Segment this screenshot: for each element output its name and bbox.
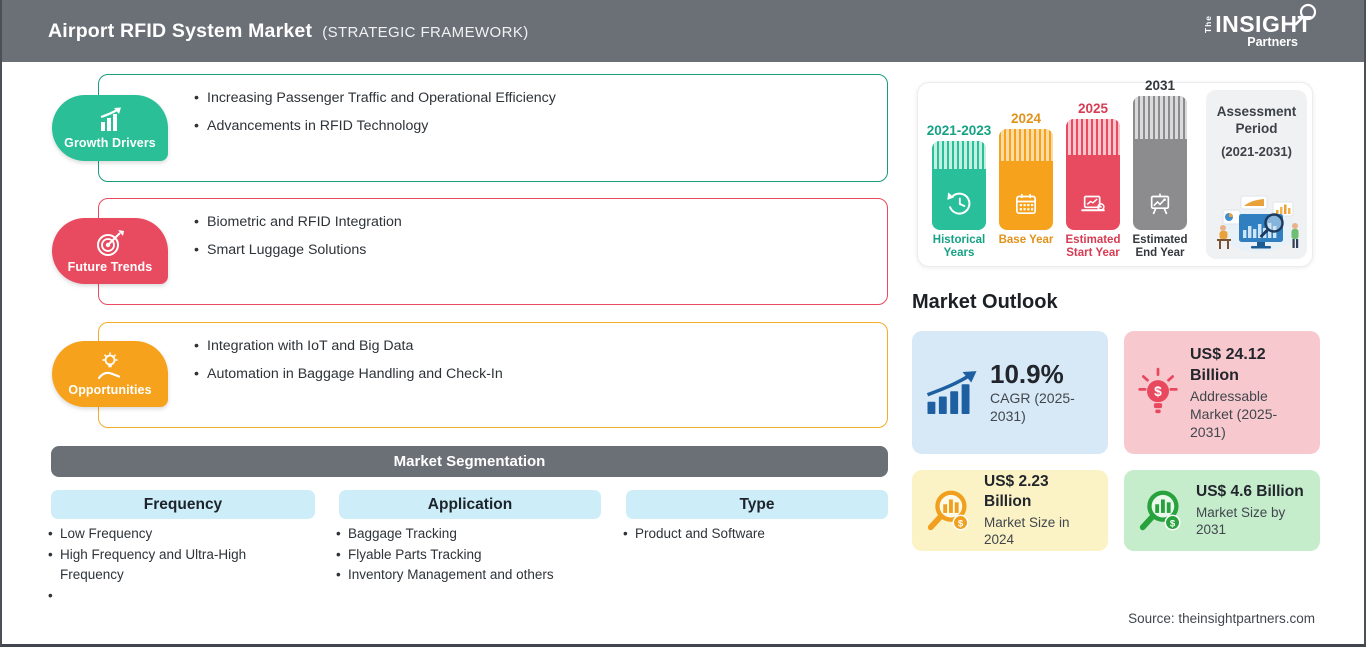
bar [999,129,1053,230]
svg-text:$: $ [958,518,964,529]
bar-caption: Estimated Start Year [1065,234,1121,259]
presentation-board-icon [1150,193,1170,215]
history-clock-icon [947,192,971,215]
page-title: Airport RFID System Market (STRATEGIC FR… [48,20,529,43]
opportunities-list: Integration with IoT and Big Data Automa… [193,332,503,388]
opportunities-box: Integration with IoT and Big Data Automa… [98,322,888,428]
segmentation-title-bar: Market Segmentation [51,446,888,477]
bar-stripes [932,141,986,170]
timeline-chart-card: 2021-2023 Historical Years 2024 Base Yea… [917,78,1313,267]
infographic-page: Airport RFID System Market (STRATEGIC FR… [0,0,1366,647]
assessment-line: Period [1235,121,1278,136]
stat-caption: CAGR (2025-2031) [990,390,1075,425]
stat-value: US$ 4.6 Billion [1196,483,1304,501]
lightbulb-dollar-icon: $ [1138,367,1178,413]
future-trends-list: Biometric and RFID Integration Smart Lug… [193,208,402,264]
list-item: Advancements in RFID Technology [193,112,556,140]
report-title: Airport RFID System Market [48,19,313,42]
logo-the: The [1203,15,1214,34]
growth-chart-icon [100,107,121,131]
list-item: Biometric and RFID Integration [193,208,402,236]
bar-caption: Base Year [998,234,1054,246]
bar-estimated-start-year: 2025 Estimated Start Year [1065,83,1121,266]
bar-base-year: 2024 Base Year [998,83,1054,266]
bar [1133,96,1187,230]
assessment-period-panel: Assessment Period (2021-2031) [1206,90,1307,259]
growth-drivers-box: Increasing Passenger Traffic and Operati… [98,74,888,182]
segment-header-type: Type [626,490,888,519]
bar-year-label: 2031 [1144,78,1176,93]
magnifier-chart-icon: $ [1139,490,1181,530]
list-item: Automation in Baggage Handling and Check… [193,360,503,388]
source-note: Source: theinsightpartners.com [1128,611,1315,626]
type-list: Product and Software [622,524,872,545]
list-item: Increasing Passenger Traffic and Operati… [193,84,556,112]
opportunities-badge: Opportunities [52,341,168,407]
growth-drivers-list: Increasing Passenger Traffic and Operati… [193,84,556,140]
market-size-2024-card: $ US$ 2.23 Billion Market Size in 2024 [912,470,1108,551]
header-bar: Airport RFID System Market (STRATEGIC FR… [2,0,1364,62]
target-dart-icon [97,229,124,256]
future-trends-badge: Future Trends [52,218,168,284]
list-item: High Frequency and Ultra-High Frequency [47,545,272,586]
logo-partners: Partners [1247,35,1298,49]
bar-year-label: 2021-2023 [926,123,992,138]
stat-value: US$ 2.23 Billion [984,473,1049,511]
application-list: Baggage Tracking Flyable Parts Tracking … [335,524,585,586]
svg-text:$: $ [1170,518,1176,529]
frequency-list: Low Frequency High Frequency and Ultra-H… [47,524,272,606]
bar-caption: Estimated End Year [1132,234,1188,259]
list-item: Baggage Tracking [335,524,585,545]
assessment-line: Assessment [1216,104,1297,119]
market-outlook-heading: Market Outlook [912,291,1058,313]
calendar-icon [1016,194,1036,214]
bar-stripes [999,129,1053,162]
bar-historical-years: 2021-2023 Historical Years [927,83,992,266]
list-item: Inventory Management and others [335,565,585,586]
list-item: Low Frequency [47,524,272,545]
list-item: Integration with IoT and Big Data [193,332,503,360]
addressable-market-card: $ US$ 24.12 Billion Addressable Market (… [1124,331,1320,454]
bar-year-label: 2024 [1010,111,1042,126]
magnifier-chart-icon: $ [927,490,969,530]
stat-value: US$ 24.12 Billion [1190,345,1266,384]
logo-magnifier-icon [1294,3,1317,26]
stat-caption: Addressable Market (2025-2031) [1190,387,1278,441]
segment-header-application: Application [339,490,601,519]
brand-logo: The INSIGHT Partners [1203,3,1317,49]
badge-label: Growth Drivers [64,135,156,150]
list-item: Flyable Parts Tracking [335,545,585,566]
svg-text:$: $ [1154,384,1162,399]
market-size-2031-card: $ US$ 4.6 Billion Market Size by 2031 [1124,470,1320,551]
bar-stripes [1066,119,1120,155]
bar-caption: Historical Years [932,234,986,259]
bar-year-label: 2025 [1077,101,1109,116]
stat-value: 10.9% [990,358,1064,389]
analytics-illustration [1216,195,1298,252]
stat-caption: Market Size by 2031 [1196,504,1286,538]
badge-label: Future Trends [67,259,153,274]
future-trends-box: Biometric and RFID Integration Smart Lug… [98,198,888,305]
laptop-gear-icon [1081,195,1105,212]
segment-header-frequency: Frequency [51,490,315,519]
list-item: Product and Software [622,524,872,545]
stat-caption: Market Size in 2024 [984,514,1070,548]
bar [1066,119,1120,230]
cagr-growth-icon [926,370,977,414]
bar [932,141,986,230]
cagr-card: 10.9% CAGR (2025-2031) [912,331,1108,454]
bar-estimated-end-year: 2031 Estimated End Year [1132,78,1188,266]
report-subtitle: (STRATEGIC FRAMEWORK) [322,23,529,41]
badge-label: Opportunities [68,382,152,397]
assessment-range: (2021-2031) [1221,144,1292,159]
growth-drivers-badge: Growth Drivers [52,95,168,161]
list-item: Smart Luggage Solutions [193,236,402,264]
hand-lightbulb-icon [97,352,121,379]
bar-stripes [1133,96,1187,139]
